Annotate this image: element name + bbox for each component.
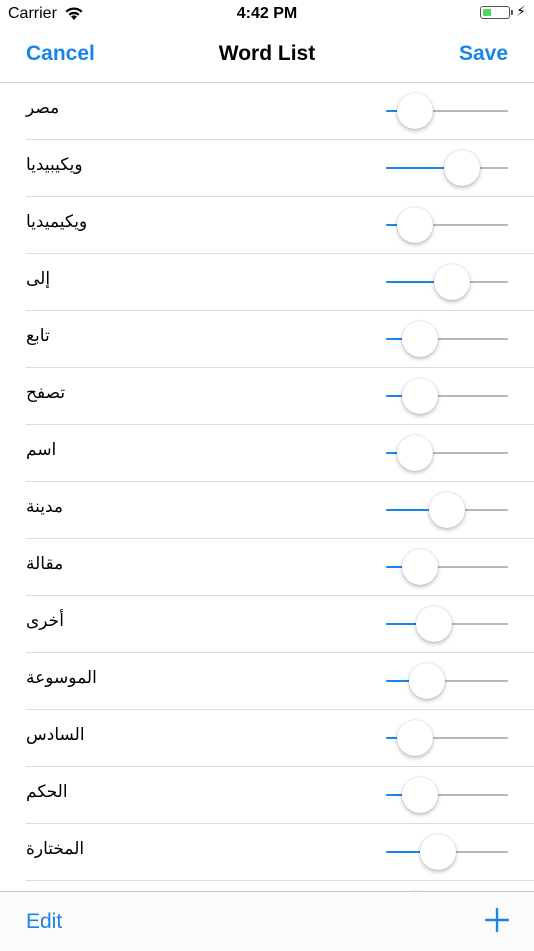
word-label: ويكيميديا <box>26 212 88 231</box>
slider-thumb[interactable] <box>397 435 434 471</box>
word-row[interactable]: اسم <box>26 425 534 482</box>
slider-thumb[interactable] <box>443 150 480 186</box>
slider-thumb[interactable] <box>397 207 434 243</box>
word-row[interactable]: إلى <box>26 254 534 311</box>
slider-thumb[interactable] <box>429 492 465 528</box>
word-weight-slider[interactable] <box>386 482 508 538</box>
word-label: تصفح <box>26 383 66 402</box>
word-label: مصر <box>26 98 60 117</box>
slider-thumb[interactable] <box>402 321 439 357</box>
plus-icon[interactable] <box>484 907 510 933</box>
word-list[interactable]: مصر ويكيبيديا ويكيميديا إلى تابع تصفح اسم مدينة… <box>0 83 534 891</box>
word-weight-slider[interactable] <box>386 140 508 196</box>
word-row[interactable]: الحكم <box>26 767 534 824</box>
word-weight-slider[interactable] <box>386 539 508 595</box>
word-weight-slider[interactable] <box>386 254 508 310</box>
word-row[interactable]: مصر <box>26 83 534 140</box>
word-row[interactable] <box>26 881 534 891</box>
word-label: السادس <box>26 725 85 744</box>
bottom-toolbar: Edit <box>0 891 534 951</box>
word-label: مدينة <box>26 497 64 516</box>
word-weight-slider[interactable] <box>386 83 508 139</box>
word-weight-slider[interactable] <box>386 881 508 891</box>
slider-thumb[interactable] <box>402 378 439 414</box>
word-weight-slider[interactable] <box>386 368 508 424</box>
navigation-bar: Cancel Word List Save <box>0 28 534 83</box>
word-weight-slider[interactable] <box>386 767 508 823</box>
charging-bolt-icon: ⚡ <box>516 3 526 19</box>
word-label: مقالة <box>26 554 64 573</box>
word-row[interactable]: الموسوعة <box>26 653 534 710</box>
word-weight-slider[interactable] <box>386 710 508 766</box>
word-weight-slider[interactable] <box>386 653 508 709</box>
slider-thumb[interactable] <box>397 93 434 129</box>
word-label: أخرى <box>26 611 64 630</box>
word-label: الحكم <box>26 782 68 801</box>
word-row[interactable]: السادس <box>26 710 534 767</box>
word-weight-slider[interactable] <box>386 197 508 253</box>
word-weight-slider[interactable] <box>386 425 508 481</box>
status-bar: Carrier 4:42 PM ⚡ <box>0 0 534 28</box>
word-row[interactable]: مدينة <box>26 482 534 539</box>
battery-cap <box>511 10 513 15</box>
word-row[interactable]: المختارة <box>26 824 534 881</box>
battery-level <box>483 9 492 16</box>
word-label: اسم <box>26 440 57 459</box>
status-time: 4:42 PM <box>236 5 298 22</box>
slider-thumb[interactable] <box>402 549 439 585</box>
word-row[interactable]: ويكيبيديا <box>26 140 534 197</box>
save-button[interactable]: Save <box>459 42 508 66</box>
word-row[interactable]: مقالة <box>26 539 534 596</box>
battery-icon <box>480 6 513 19</box>
word-weight-slider[interactable] <box>386 824 508 880</box>
word-label: ويكيبيديا <box>26 155 83 174</box>
word-row[interactable]: تابع <box>26 311 534 368</box>
word-label: تابع <box>26 326 50 345</box>
word-weight-slider[interactable] <box>386 311 508 367</box>
word-row[interactable]: تصفح <box>26 368 534 425</box>
edit-button[interactable]: Edit <box>26 910 62 934</box>
slider-thumb[interactable] <box>433 264 470 300</box>
word-row[interactable]: أخرى <box>26 596 534 653</box>
slider-thumb[interactable] <box>415 606 452 642</box>
slider-thumb[interactable] <box>402 777 439 813</box>
word-row[interactable]: ويكيميديا <box>26 197 534 254</box>
word-label: الموسوعة <box>26 668 97 687</box>
slider-thumb[interactable] <box>409 663 446 699</box>
word-label: إلى <box>26 269 51 288</box>
page-title: Word List <box>218 42 316 65</box>
slider-thumb[interactable] <box>420 834 457 870</box>
slider-thumb[interactable] <box>397 720 434 756</box>
word-label: المختارة <box>26 839 85 858</box>
word-weight-slider[interactable] <box>386 596 508 652</box>
